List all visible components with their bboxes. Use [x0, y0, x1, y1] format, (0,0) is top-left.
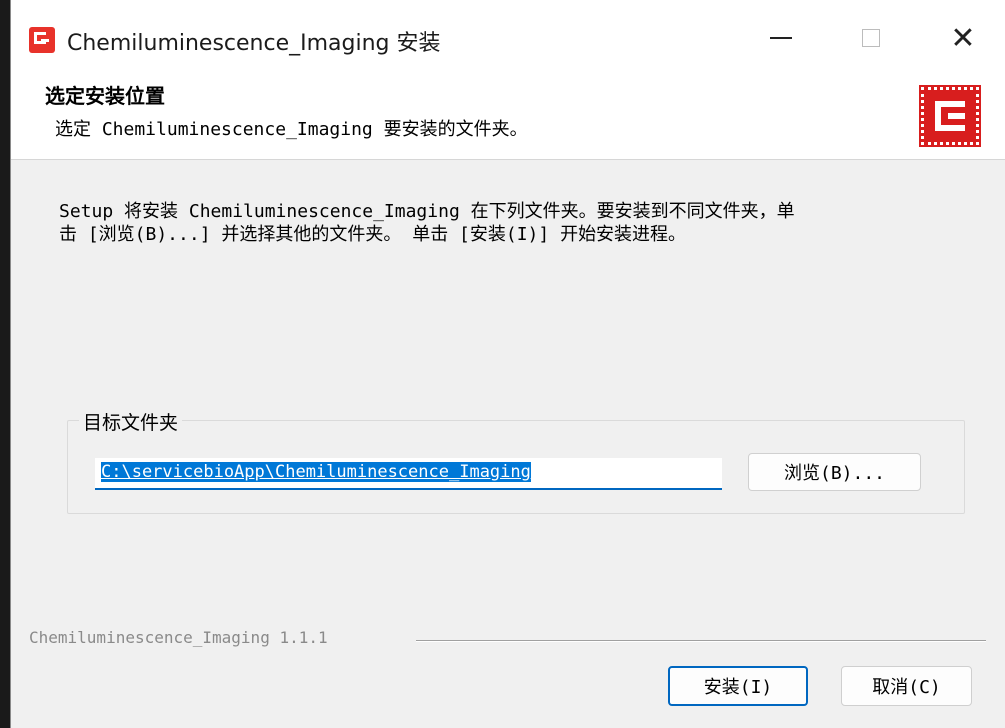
page-title: 选定安装位置: [45, 84, 165, 108]
minimize-button[interactable]: [751, 10, 811, 66]
close-icon: ✕: [950, 20, 976, 56]
instructions-line-1: Setup 将安装 Chemiluminescence_Imaging 在下列文…: [59, 201, 795, 222]
page-subtitle: 选定 Chemiluminescence_Imaging 要安装的文件夹。: [55, 119, 528, 140]
destination-path-value: C:\servicebioApp\Chemiluminescence_Imagi…: [101, 462, 531, 482]
title-bar: Chemiluminescence_Imaging 安装 ✕: [11, 0, 1005, 75]
maximize-button: [841, 10, 901, 66]
footer-divider: [416, 640, 986, 642]
page-header: 选定安装位置 选定 Chemiluminescence_Imaging 要安装的…: [11, 75, 1005, 160]
instructions-text: Setup 将安装 Chemiluminescence_Imaging 在下列文…: [59, 200, 959, 246]
version-label: Chemiluminescence_Imaging 1.1.1: [29, 628, 328, 647]
maximize-icon: [862, 29, 880, 47]
close-button[interactable]: ✕: [933, 10, 993, 66]
destination-path-input[interactable]: C:\servicebioApp\Chemiluminescence_Imagi…: [95, 458, 722, 490]
browse-button[interactable]: 浏览(B)...: [748, 453, 921, 491]
installer-window: Chemiluminescence_Imaging 安装 ✕ 选定安装位置 选定…: [10, 0, 1005, 728]
cancel-button[interactable]: 取消(C): [841, 666, 972, 706]
window-title: Chemiluminescence_Imaging 安装: [67, 31, 441, 56]
app-logo-icon: [29, 27, 55, 53]
minimize-icon: [770, 37, 792, 39]
brand-logo-icon: [919, 85, 981, 147]
instructions-line-2: 击 [浏览(B)...] 并选择其他的文件夹。 单击 [安装(I)] 开始安装进…: [59, 224, 687, 245]
destination-group-label: 目标文件夹: [79, 408, 183, 435]
install-button[interactable]: 安装(I): [668, 666, 808, 706]
